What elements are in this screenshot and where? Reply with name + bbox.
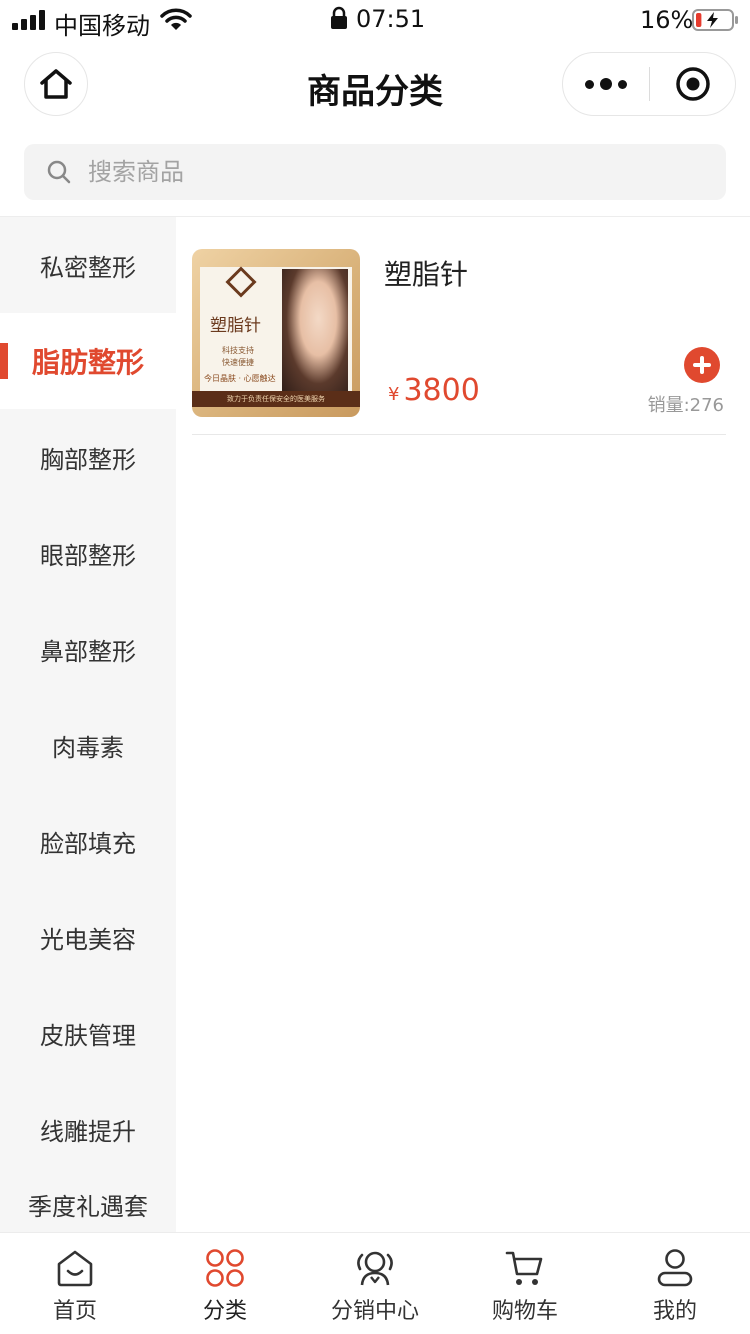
bottom-tab-bar: 首页 分类 分销中心 购物车 我的 [0, 1232, 750, 1334]
status-bar: 中国移动 07:51 16% [0, 0, 750, 40]
category-item-seasonal-gift[interactable]: 季度礼遇套 [0, 1177, 176, 1232]
battery-charging-icon [692, 9, 738, 31]
signal-icon [12, 10, 46, 30]
carrier-label: 中国移动 [54, 12, 150, 40]
category-sidebar: 私密整形 脂肪整形 胸部整形 眼部整形 鼻部整形 肉毒素 脸部填充 光电美容 皮… [0, 217, 176, 1232]
category-item-private[interactable]: 私密整形 [0, 217, 176, 313]
battery-percent: 16% [640, 6, 694, 34]
add-to-cart-button[interactable] [684, 347, 720, 383]
product-name[interactable]: 塑脂针 [384, 253, 468, 293]
product-list: 塑脂针 科技支持 快速便捷 今日晶肤 · 心愿触达 致力于负责任保安全的医美服务… [176, 217, 750, 1232]
lock-icon [331, 6, 347, 29]
tab-label: 分类 [202, 1299, 247, 1324]
price-value: 3800 [403, 373, 480, 408]
sales-count: 销量:276 [647, 395, 724, 416]
distribution-user-icon [357, 1251, 393, 1286]
tab-mine[interactable]: 我的 [600, 1233, 750, 1334]
product-image[interactable]: 塑脂针 科技支持 快速便捷 今日晶肤 · 心愿触达 致力于负责任保安全的医美服务 [192, 249, 360, 417]
tab-label: 首页 [52, 1299, 97, 1324]
more-dots-icon [585, 79, 594, 89]
target-circle-icon [676, 67, 710, 101]
category-grid-icon [206, 1249, 244, 1287]
tab-category[interactable]: 分类 [150, 1233, 300, 1334]
tab-label: 我的 [652, 1299, 697, 1324]
search-icon [47, 160, 71, 184]
close-miniprogram-button[interactable] [650, 53, 736, 115]
category-item-face-filler[interactable]: 脸部填充 [0, 793, 176, 889]
model-portrait [282, 269, 348, 393]
status-time: 07:51 [356, 5, 426, 33]
category-item-breast[interactable]: 胸部整形 [0, 409, 176, 505]
tab-distribution[interactable]: 分销中心 [300, 1233, 450, 1334]
tab-label: 分销中心 [330, 1299, 419, 1324]
category-item-fat[interactable]: 脂肪整形 [0, 313, 176, 409]
search-bar[interactable] [24, 144, 726, 200]
profile-icon [657, 1249, 693, 1287]
more-button[interactable] [563, 53, 649, 115]
category-item-photoelectric[interactable]: 光电美容 [0, 889, 176, 985]
currency-symbol: ¥ [388, 384, 400, 405]
category-item-thread-lift[interactable]: 线雕提升 [0, 1081, 176, 1177]
category-item-eye[interactable]: 眼部整形 [0, 505, 176, 601]
product-card[interactable]: 塑脂针 科技支持 快速便捷 今日晶肤 · 心愿触达 致力于负责任保安全的医美服务… [192, 249, 726, 435]
image-line-2: 快速便捷 [222, 358, 254, 367]
tab-label: 购物车 [491, 1299, 558, 1324]
category-item-skin[interactable]: 皮肤管理 [0, 985, 176, 1081]
tab-home[interactable]: 首页 [0, 1233, 150, 1334]
nav-bar: 商品分类 [0, 40, 750, 130]
cart-icon [505, 1251, 543, 1285]
image-title: 塑脂针 [210, 316, 261, 336]
category-item-nose[interactable]: 鼻部整形 [0, 601, 176, 697]
image-slogan: 今日晶肤 · 心愿触达 [204, 374, 276, 383]
image-band: 致力于负责任保安全的医美服务 [192, 391, 360, 407]
category-item-botox[interactable]: 肉毒素 [0, 697, 176, 793]
search-input[interactable] [88, 152, 688, 192]
image-line-1: 科技支持 [222, 346, 254, 355]
home-outline-icon [57, 1250, 93, 1287]
product-price: ¥3800 [388, 373, 480, 408]
mini-program-capsule [562, 52, 736, 116]
wifi-icon [160, 8, 192, 30]
tab-cart[interactable]: 购物车 [450, 1233, 600, 1334]
